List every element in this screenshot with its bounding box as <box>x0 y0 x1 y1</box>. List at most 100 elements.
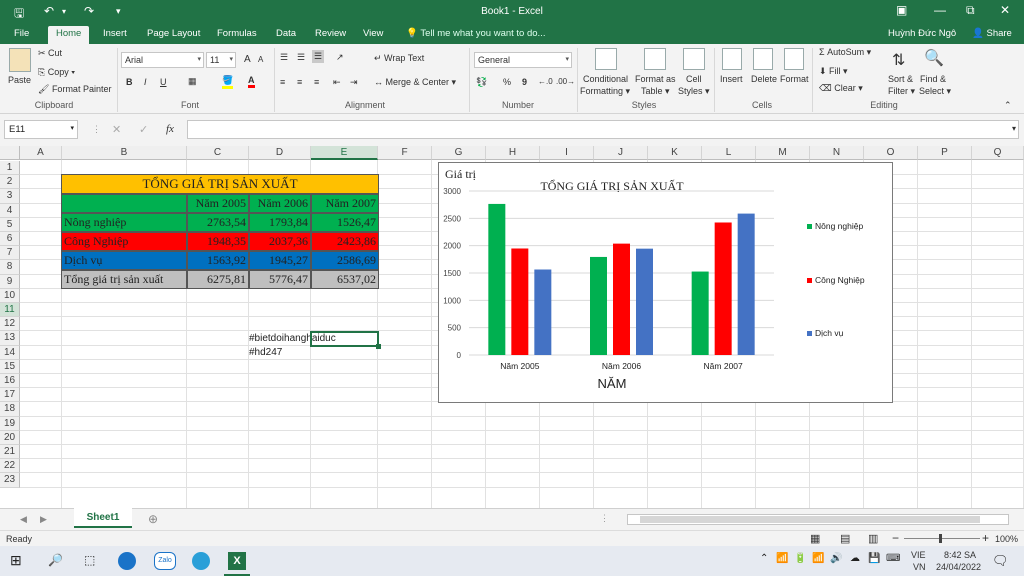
close-icon[interactable]: ✕ <box>1000 3 1010 17</box>
underline-button[interactable]: U <box>160 77 167 87</box>
borders-icon[interactable]: ▦ <box>188 76 197 87</box>
row-header-8[interactable]: 8 <box>0 260 20 275</box>
column-header-i[interactable]: I <box>540 146 594 160</box>
format-as-table-button[interactable]: Format as <box>635 74 676 84</box>
column-header-q[interactable]: Q <box>972 146 1024 160</box>
clock-time[interactable]: 8:42 SA <box>944 550 976 560</box>
zoom-slider[interactable] <box>904 538 980 539</box>
align-top-icon[interactable]: ☰ <box>280 52 288 63</box>
row-label-cell[interactable]: Tổng giá trị sản xuất <box>61 270 187 289</box>
column-header-b[interactable]: B <box>62 146 187 160</box>
percent-button[interactable]: % <box>503 77 511 87</box>
grow-font-button[interactable]: A <box>244 54 251 65</box>
table-title-cell[interactable]: TỔNG GIÁ TRỊ SẢN XUẤT <box>61 174 379 194</box>
fill-handle[interactable] <box>376 344 381 349</box>
value-cell[interactable]: 5776,47 <box>249 270 311 289</box>
next-sheet-icon[interactable]: ▶ <box>40 514 47 525</box>
row-header-13[interactable]: 13 <box>0 331 20 346</box>
show-hidden-icons[interactable]: ⌃ <box>760 553 768 564</box>
align-right-icon[interactable]: ≡ <box>314 77 319 87</box>
row-header-9[interactable]: 9 <box>0 274 20 289</box>
tray-icon[interactable]: ⌨ <box>886 553 900 564</box>
value-cell[interactable]: 1793,84 <box>249 213 311 232</box>
scrollbar-thumb[interactable] <box>640 516 980 523</box>
row-label-cell[interactable]: Nông nghiệp <box>61 213 187 232</box>
clear-button[interactable]: ⌫ Clear ▾ <box>819 83 863 94</box>
font-color-icon[interactable]: A <box>248 75 255 88</box>
collapse-ribbon-icon[interactable]: ⌃ <box>1004 100 1012 111</box>
volume-icon[interactable]: 🔊 <box>830 553 842 564</box>
row-header-2[interactable]: 2 <box>0 175 20 190</box>
format-cells-button[interactable]: Format <box>780 74 809 84</box>
align-center-icon[interactable]: ≡ <box>297 77 302 87</box>
autosum-button[interactable]: Σ AutoSum ▾ <box>819 47 871 58</box>
tray-icon[interactable]: 🔋 <box>794 553 806 564</box>
column-header-d[interactable]: D <box>249 146 311 160</box>
ribbon-display-icon[interactable]: ▣ <box>896 3 907 17</box>
tab-home[interactable]: Home <box>48 26 90 44</box>
delete-cells-icon[interactable] <box>753 48 773 70</box>
input-language[interactable]: VIE <box>911 550 926 560</box>
paste-icon[interactable] <box>9 48 31 72</box>
horizontal-scrollbar[interactable] <box>627 514 1009 525</box>
italic-button[interactable]: I <box>144 77 147 87</box>
notifications-icon[interactable]: 🗨 <box>992 553 1009 569</box>
tray-icon[interactable]: 💾 <box>868 553 880 564</box>
add-sheet-icon[interactable]: ⊕ <box>148 512 158 526</box>
tab-view[interactable]: View <box>363 28 383 39</box>
user-name[interactable]: Huỳnh Đức Ngô <box>888 28 956 39</box>
normal-view-icon[interactable]: ▦ <box>810 532 820 545</box>
shrink-font-button[interactable]: A <box>258 55 263 64</box>
value-cell[interactable]: 6275,81 <box>187 270 249 289</box>
formula-input[interactable] <box>187 120 1019 139</box>
format-cells-icon[interactable] <box>784 48 804 70</box>
insert-function-button[interactable]: fx <box>166 123 174 135</box>
row-header-4[interactable]: 4 <box>0 203 20 218</box>
header-cell[interactable]: Năm 2007 <box>311 194 379 213</box>
row-header-14[interactable]: 14 <box>0 345 20 360</box>
value-cell[interactable]: 1526,47 <box>311 213 379 232</box>
row-header-19[interactable]: 19 <box>0 416 20 431</box>
column-header-f[interactable]: F <box>378 146 432 160</box>
active-cell-selection[interactable] <box>310 331 379 347</box>
font-size-select[interactable]: 11 ▾ <box>206 52 236 68</box>
column-header-h[interactable]: H <box>486 146 540 160</box>
decrease-decimal-icon[interactable]: .00→ <box>556 77 575 86</box>
cancel-icon[interactable]: ✕ <box>112 123 121 136</box>
input-region[interactable]: VN <box>913 562 926 572</box>
row-header-20[interactable]: 20 <box>0 430 20 445</box>
row-header-17[interactable]: 17 <box>0 388 20 403</box>
align-left-icon[interactable]: ≡ <box>280 77 285 87</box>
tray-icon[interactable]: 📶 <box>776 553 788 564</box>
row-header-1[interactable]: 1 <box>0 161 20 176</box>
row-header-3[interactable]: 3 <box>0 189 20 204</box>
conditional-formatting-icon[interactable] <box>595 48 617 70</box>
chart[interactable]: 0 500 1000 1500 2000 2500 3000 Giá trị TỔNG GIÁ … <box>438 162 893 403</box>
bold-button[interactable]: B <box>126 77 133 87</box>
column-header-k[interactable]: K <box>648 146 702 160</box>
orientation-icon[interactable]: ↗ <box>336 52 344 63</box>
column-header-l[interactable]: L <box>702 146 756 160</box>
find-select-button[interactable]: Find & <box>920 74 946 84</box>
zoom-slider-thumb[interactable] <box>939 534 942 543</box>
column-header-p[interactable]: P <box>918 146 972 160</box>
row-header-16[interactable]: 16 <box>0 374 20 389</box>
fill-button[interactable]: ⬇ Fill ▾ <box>819 66 848 77</box>
row-header-5[interactable]: 5 <box>0 217 20 232</box>
prev-sheet-icon[interactable]: ◀ <box>20 514 27 525</box>
value-cell[interactable]: 1945,27 <box>249 251 311 270</box>
header-cell[interactable]: Năm 2006 <box>249 194 311 213</box>
sort-filter-icon[interactable]: ⇅ <box>892 50 905 70</box>
row-header-7[interactable]: 7 <box>0 246 20 261</box>
row-header-15[interactable]: 15 <box>0 359 20 374</box>
tab-review[interactable]: Review <box>315 28 346 39</box>
tab-insert[interactable]: Insert <box>103 28 127 39</box>
tray-icon[interactable]: ☁ <box>850 553 860 564</box>
insert-cells-icon[interactable] <box>722 48 742 70</box>
merge-center-button[interactable]: ↔ Merge & Center ▾ <box>374 77 456 88</box>
format-as-table-icon[interactable] <box>644 48 666 70</box>
windows-start-icon[interactable]: ⊞ <box>10 552 22 569</box>
column-header-m[interactable]: M <box>756 146 810 160</box>
hashtag-cell[interactable]: #hd247 <box>249 347 282 358</box>
paste-button[interactable]: Paste <box>8 75 31 85</box>
